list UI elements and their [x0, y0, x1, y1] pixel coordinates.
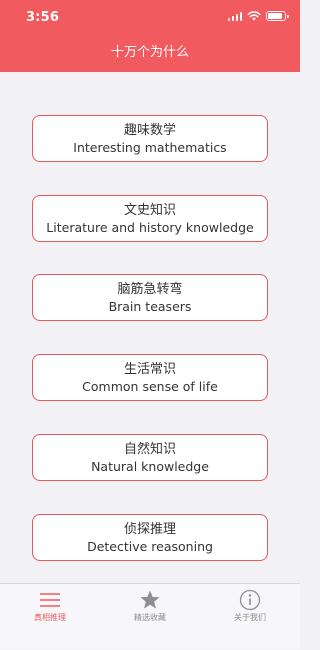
category-button-detective-reasoning[interactable]: 侦探推理 Detective reasoning — [32, 514, 268, 561]
status-bar: 3:56 — [0, 0, 300, 32]
category-title-en: Literature and history knowledge — [46, 220, 254, 235]
cellular-signal-icon — [227, 11, 242, 21]
category-title-cn: 生活常识 — [123, 362, 176, 377]
category-title-cn: 文史知识 — [123, 203, 176, 218]
wifi-icon — [247, 11, 261, 21]
category-title-cn: 自然知识 — [123, 442, 176, 457]
category-button-common-sense[interactable]: 生活常识 Common sense of life — [32, 354, 268, 401]
tab-label: 真相推理 — [34, 613, 66, 622]
category-title-en: Interesting mathematics — [73, 140, 227, 155]
category-title-en: Common sense of life — [82, 379, 218, 394]
category-button-literature-history[interactable]: 文史知识 Literature and history knowledge — [32, 195, 268, 242]
tab-label: 关于我们 — [234, 613, 266, 622]
category-button-brain-teasers[interactable]: 脑筋急转弯 Brain teasers — [32, 274, 268, 321]
tab-truth-reasoning[interactable]: 真相推理 — [0, 584, 100, 650]
category-title-en: Detective reasoning — [87, 539, 213, 554]
status-icons — [227, 11, 289, 21]
status-time: 3:56 — [26, 10, 60, 25]
tab-about-us[interactable]: 关于我们 — [200, 584, 300, 650]
category-title-cn: 侦探推理 — [123, 522, 176, 537]
menu-lines-icon — [40, 593, 60, 607]
category-button-interesting-mathematics[interactable]: 趣味数学 Interesting mathematics — [32, 115, 268, 162]
category-title-cn: 脑筋急转弯 — [117, 282, 183, 297]
tab-favorites[interactable]: 精选收藏 — [100, 584, 200, 650]
page-title: 十万个为什么 — [110, 45, 189, 60]
info-icon — [239, 589, 261, 611]
battery-icon — [266, 11, 289, 21]
category-title-en: Brain teasers — [108, 299, 192, 314]
tab-bar: 真相推理 精选收藏 关于我们 — [0, 583, 300, 649]
star-icon — [140, 590, 160, 609]
tab-label: 精选收藏 — [134, 613, 166, 622]
category-title-en: Natural knowledge — [91, 459, 209, 474]
category-button-natural-knowledge[interactable]: 自然知识 Natural knowledge — [32, 434, 268, 481]
category-title-cn: 趣味数学 — [123, 123, 176, 138]
nav-header: 3:56 十万个为什么 — [0, 0, 300, 72]
